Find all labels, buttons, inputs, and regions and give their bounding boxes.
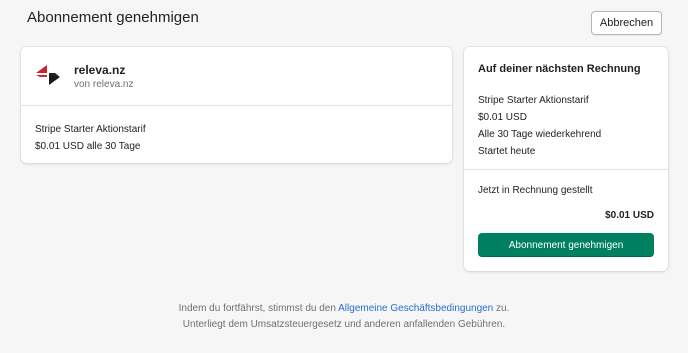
footer-text: zu.: [493, 303, 510, 314]
plan-price: $0.01 USD alle 30 Tage: [35, 141, 141, 152]
releva-logo-icon: [36, 65, 60, 85]
billed-now-label: Jetzt in Rechnung gestellt: [478, 185, 593, 196]
summary-title: Auf deiner nächsten Rechnung: [478, 63, 641, 75]
app-developer: von releva.nz: [74, 79, 134, 90]
plan-name: Stripe Starter Aktionstarif: [35, 124, 146, 135]
plan-details: Stripe Starter Aktionstarif $0.01 USD al…: [21, 106, 452, 155]
cancel-button[interactable]: Abbrechen: [591, 11, 662, 35]
footer-legal: Indem du fortfährst, stimmst du den Allg…: [0, 301, 688, 333]
page-title: Abonnement genehmigen: [27, 9, 199, 26]
footer-tax-line: Unterliegt dem Umsatzsteuergesetz und an…: [182, 319, 506, 330]
app-name: releva.nz: [74, 63, 126, 77]
approve-subscription-button[interactable]: Abonnement genehmigen: [478, 233, 654, 257]
footer-terms-line: Indem du fortfährst, stimmst du den Allg…: [0, 301, 688, 317]
summary-line: Startet heute: [478, 146, 536, 157]
billed-now-amount: $0.01 USD: [605, 210, 654, 221]
invoice-summary-card: Auf deiner nächsten Rechnung Stripe Star…: [464, 47, 668, 271]
summary-line: Stripe Starter Aktionstarif: [478, 95, 589, 106]
terms-link[interactable]: Allgemeine Geschäftsbedingungen: [338, 303, 493, 314]
footer-text: Indem du fortfährst, stimmst du den: [178, 303, 339, 314]
summary-line: Alle 30 Tage wiederkehrend: [478, 129, 602, 140]
summary-lines: Stripe Starter Aktionstarif $0.01 USD Al…: [478, 92, 601, 160]
invoice-summary-top: Auf deiner nächsten Rechnung Stripe Star…: [464, 47, 668, 170]
app-header: releva.nz von releva.nz: [21, 47, 452, 106]
summary-line: $0.01 USD: [478, 112, 527, 123]
app-card: releva.nz von releva.nz Stripe Starter A…: [21, 47, 452, 163]
